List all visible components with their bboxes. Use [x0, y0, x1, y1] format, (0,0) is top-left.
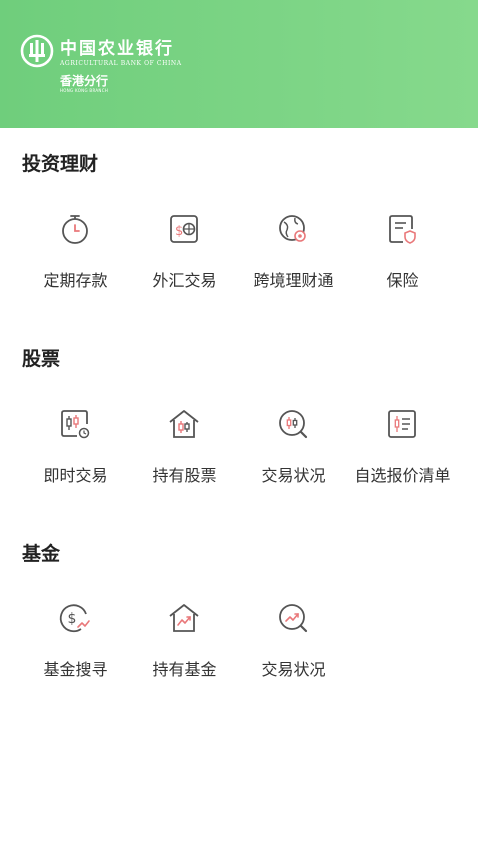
menu-item-fund-trade-status[interactable]: 交易状况	[234, 600, 353, 720]
menu-item-label: 即时交易	[43, 466, 108, 485]
header-banner: 中国农业银行 AGRICULTURAL BANK OF CHINA 香港分行 H…	[0, 0, 478, 128]
svg-text:$: $	[68, 611, 77, 627]
menu-item-label: 持有股票	[152, 466, 217, 485]
house-trend-icon	[169, 604, 199, 632]
menu-item-cross-boundary-wealth[interactable]: 跨境理财通	[234, 211, 353, 331]
svg-text:$: $	[175, 224, 183, 239]
section-title-investment: 投资理财	[22, 153, 99, 175]
menu-item-time-deposit[interactable]: 定期存款	[16, 211, 135, 331]
search-trend-icon	[279, 604, 308, 633]
menu-item-label: 交易状况	[261, 660, 326, 679]
search-candlestick-icon	[279, 410, 308, 439]
section-title-stocks: 股票	[22, 348, 61, 370]
menu-item-label: 跨境理财通	[253, 271, 334, 290]
menu-item-insurance[interactable]: 保险	[343, 211, 462, 331]
bank-name-cn: 中国农业银行	[60, 39, 174, 59]
candlestick-chart-icon	[61, 410, 90, 439]
menu-item-label: 自选报价清单	[354, 466, 451, 485]
timer-icon	[62, 215, 88, 244]
menu-item-label: 持有基金	[152, 660, 217, 679]
forex-icon: $	[170, 215, 198, 243]
section-title-funds: 基金	[22, 543, 61, 565]
menu-item-instant-trading[interactable]: 即时交易	[16, 406, 135, 526]
bank-name-en: AGRICULTURAL BANK OF CHINA	[60, 60, 182, 67]
branch-name-cn: 香港分行	[60, 74, 109, 88]
menu-item-label: 定期存款	[43, 271, 108, 290]
menu-item-fund-search[interactable]: $ 基金搜寻	[16, 600, 135, 720]
fund-search-icon: $	[59, 604, 90, 633]
menu-item-stock-trade-status[interactable]: 交易状况	[234, 406, 353, 526]
bank-logo: 中国农业银行 AGRICULTURAL BANK OF CHINA 香港分行 H…	[20, 34, 240, 96]
menu-item-holding-funds[interactable]: 持有基金	[125, 600, 244, 720]
menu-item-label: 外汇交易	[152, 271, 217, 290]
house-candlestick-icon	[169, 410, 199, 438]
menu-item-label: 基金搜寻	[43, 660, 108, 679]
branch-name-en: HONG KONG BRANCH	[60, 88, 109, 93]
menu-item-holding-stocks[interactable]: 持有股票	[125, 406, 244, 526]
menu-item-label: 保险	[386, 271, 419, 290]
menu-item-watchlist[interactable]: 自选报价清单	[343, 406, 462, 526]
quote-list-icon	[388, 410, 416, 438]
insurance-icon	[389, 215, 416, 244]
abc-logo-icon	[20, 34, 54, 68]
globe-icon	[279, 215, 306, 242]
menu-item-forex-trading[interactable]: $ 外汇交易	[125, 211, 244, 331]
menu-item-label: 交易状况	[261, 466, 326, 485]
